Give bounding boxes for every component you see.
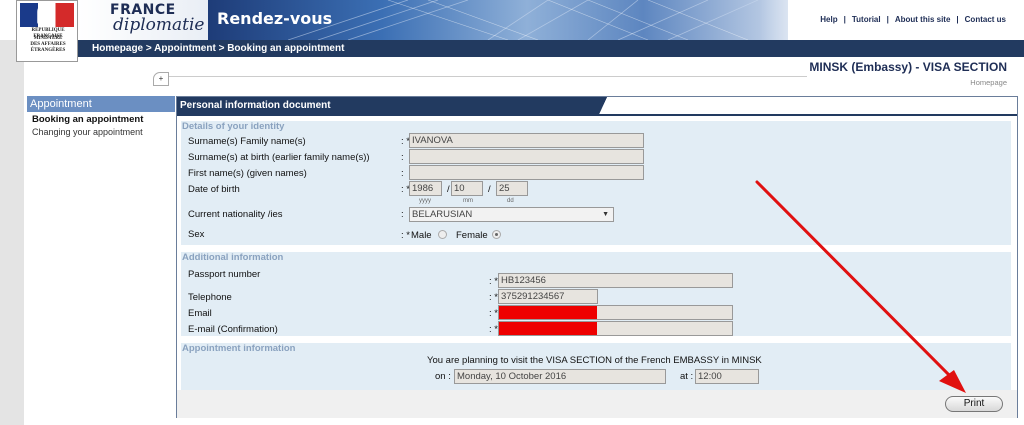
- panel-title-tab: [591, 97, 615, 114]
- required-colon: : *: [489, 308, 498, 319]
- telephone-label: Telephone: [188, 292, 232, 303]
- sex-male-radio[interactable]: [438, 230, 447, 239]
- divider: [162, 76, 807, 77]
- dob-day-field[interactable]: 25: [496, 181, 528, 196]
- passport-label: Passport number: [188, 269, 261, 280]
- section-heading: Appointment information: [182, 343, 296, 354]
- dob-day-hint: dd: [507, 198, 514, 204]
- nationality-value: BELARUSIAN: [412, 209, 473, 220]
- logo-ministry-line: ÉTRANGÈRES: [30, 48, 66, 53]
- logo-ministry-text: MINISTÈRE DES AFFAIRES ÉTRANGÈRES: [20, 36, 76, 54]
- date-separator: /: [488, 184, 491, 195]
- email-confirm-field[interactable]: [498, 321, 733, 336]
- additional-section: Additional information Passport number :…: [181, 252, 1011, 336]
- dob-year-hint: yyyy: [419, 198, 431, 204]
- colon: :: [401, 152, 404, 163]
- telephone-field[interactable]: 375291234567: [498, 289, 598, 304]
- chevron-down-icon: ▼: [602, 211, 609, 218]
- banner-pattern: [288, 0, 759, 40]
- brand-diplomatie[interactable]: diplomatie: [113, 15, 204, 35]
- appointment-time-field[interactable]: 12:00: [695, 369, 759, 384]
- republic-logo[interactable]: RÉPUBLIQUE FRANÇAISE MINISTÈRE DES AFFAI…: [16, 0, 78, 62]
- panel-title: Personal information document: [177, 97, 597, 114]
- colon: :: [401, 209, 404, 220]
- link-separator: |: [843, 15, 846, 24]
- colon: :: [401, 168, 404, 179]
- left-gutter: [0, 40, 24, 425]
- email-field[interactable]: [498, 305, 733, 320]
- first-name-field[interactable]: [409, 165, 644, 180]
- link-separator: |: [886, 15, 889, 24]
- surname-field[interactable]: IVANOVA: [409, 133, 644, 148]
- tutorial-link[interactable]: Tutorial: [852, 15, 881, 24]
- nationality-label: Current nationality /ies: [188, 209, 283, 220]
- expand-tab-button[interactable]: +: [153, 72, 169, 86]
- dob-year-field[interactable]: 1986: [409, 181, 442, 196]
- homepage-link[interactable]: Homepage: [970, 78, 1007, 87]
- section-heading: Additional information: [182, 252, 284, 263]
- required-colon: : *: [489, 292, 498, 303]
- form-panel: Personal information document Details of…: [176, 96, 1018, 418]
- about-link[interactable]: About this site: [895, 15, 951, 24]
- breadcrumb[interactable]: Homepage > Appointment > Booking an appo…: [78, 40, 1024, 57]
- required-colon: : *: [489, 324, 498, 335]
- birth-surname-label: Surname(s) at birth (earlier family name…: [188, 152, 370, 163]
- at-label: at :: [680, 371, 694, 382]
- sex-label: Sex: [188, 229, 205, 240]
- appointment-date-field[interactable]: Monday, 10 October 2016: [454, 369, 666, 384]
- menu-item-booking[interactable]: Booking an appointment: [32, 114, 143, 125]
- email-label: Email: [188, 308, 212, 319]
- passport-field[interactable]: HB123456: [498, 273, 733, 288]
- app-title: Rendez-vous: [217, 9, 333, 28]
- appointment-section: Appointment information You are planning…: [181, 343, 1011, 391]
- date-separator: /: [447, 184, 450, 195]
- dob-label: Date of birth: [188, 184, 240, 195]
- dob-month-hint: mm: [463, 198, 473, 204]
- contact-link[interactable]: Contact us: [965, 15, 1006, 24]
- sex-female-label: Female: [456, 230, 488, 241]
- dob-month-field[interactable]: 10: [451, 181, 483, 196]
- top-links: Help | Tutorial | About this site | Cont…: [820, 15, 1006, 24]
- birth-surname-field[interactable]: [409, 149, 644, 164]
- nationality-select[interactable]: BELARUSIAN ▼: [409, 207, 614, 222]
- sex-male-label: Male: [411, 230, 432, 241]
- appointment-sentence: You are planning to visit the VISA SECTI…: [427, 355, 762, 366]
- required-colon: : *: [489, 276, 498, 287]
- surname-label: Surname(s) Family name(s): [188, 136, 306, 147]
- print-bar: [177, 390, 1017, 418]
- redaction-mark: [499, 306, 597, 319]
- section-heading: Details of your identity: [182, 121, 285, 132]
- required-colon: : *: [401, 230, 410, 241]
- print-button[interactable]: Print: [945, 396, 1003, 412]
- help-link[interactable]: Help: [820, 15, 837, 24]
- first-name-label: First name(s) (given names): [188, 168, 307, 179]
- link-separator: |: [956, 15, 959, 24]
- marianne-icon: [37, 4, 53, 24]
- sex-female-radio[interactable]: [492, 230, 501, 239]
- panel-title-rule: [177, 114, 1017, 116]
- email-confirm-label: E-mail (Confirmation): [188, 324, 278, 335]
- menu-heading: Appointment: [27, 96, 175, 112]
- menu-item-changing[interactable]: Changing your appointment: [32, 127, 143, 137]
- on-label: on :: [435, 371, 451, 382]
- identity-section: Details of your identity Surname(s) Fami…: [181, 121, 1011, 245]
- redaction-mark: [499, 322, 597, 335]
- page-title: MINSK (Embassy) - VISA SECTION: [809, 60, 1007, 74]
